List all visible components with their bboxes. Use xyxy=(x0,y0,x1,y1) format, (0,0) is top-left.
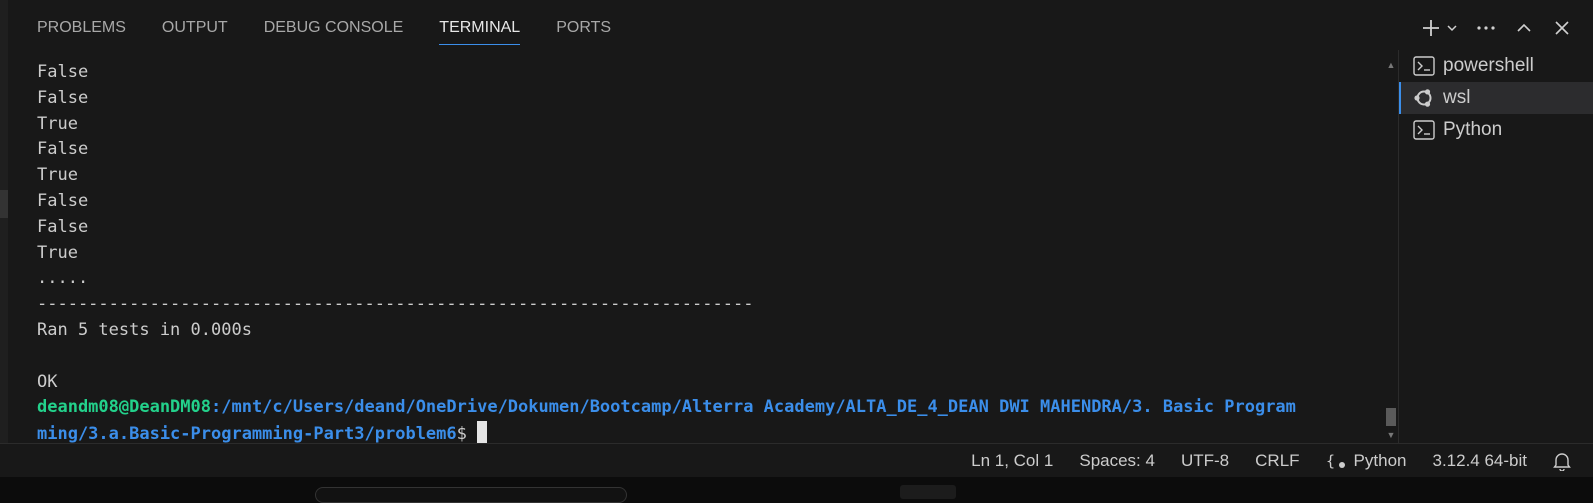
ellipsis-icon xyxy=(1477,26,1495,30)
output-line: False xyxy=(37,139,89,160)
python-interpreter[interactable]: 3.12.4 64-bit xyxy=(1432,451,1527,471)
output-line: OK xyxy=(37,371,58,392)
prompt-path-continued: ming/3.a.Basic-Programming-Part3/problem… xyxy=(37,424,457,445)
tab-debug-console[interactable]: DEBUG CONSOLE xyxy=(264,0,404,56)
output-line: True xyxy=(37,242,78,263)
scrollbar-thumb[interactable] xyxy=(1386,408,1396,426)
terminal-output[interactable]: False False True False True False False … xyxy=(37,60,1387,450)
chevron-up-icon xyxy=(1517,23,1531,32)
terminal-list: powershell wsl Python xyxy=(1398,50,1593,450)
ubuntu-icon xyxy=(1413,87,1435,109)
editor-edge-mark xyxy=(0,190,8,218)
new-terminal-button[interactable] xyxy=(1419,12,1443,44)
indentation[interactable]: Spaces: 4 xyxy=(1079,451,1155,471)
terminal-item-label: wsl xyxy=(1443,87,1471,108)
terminal-icon xyxy=(1413,55,1435,77)
panel-actions xyxy=(1419,0,1593,56)
prompt-symbol: $ xyxy=(456,424,467,445)
panel-tabs: PROBLEMS OUTPUT DEBUG CONSOLE TERMINAL P… xyxy=(37,0,647,56)
terminal-icon xyxy=(1413,119,1435,141)
close-icon xyxy=(1555,21,1569,35)
taskbar-strip xyxy=(0,477,1593,503)
prompt-path: :/mnt/c/Users/deand/OneDrive/Dokumen/Boo… xyxy=(211,397,1296,418)
terminal-item-label: powershell xyxy=(1443,55,1534,76)
bell-icon xyxy=(1553,453,1571,471)
more-actions-button[interactable] xyxy=(1475,12,1497,44)
scroll-up-arrow-icon[interactable]: ▲ xyxy=(1384,60,1398,70)
tab-output[interactable]: OUTPUT xyxy=(162,0,228,56)
braces-icon: { xyxy=(1326,451,1348,471)
close-panel-button[interactable] xyxy=(1551,12,1573,44)
output-line: False xyxy=(37,190,89,211)
output-line: False xyxy=(37,216,89,237)
output-line: True xyxy=(37,113,78,134)
plus-icon xyxy=(1423,20,1439,36)
notifications-button[interactable] xyxy=(1553,451,1571,471)
language-label: Python xyxy=(1353,451,1407,470)
editor-edge xyxy=(0,0,8,455)
launch-profile-dropdown[interactable] xyxy=(1443,12,1461,44)
end-of-line[interactable]: CRLF xyxy=(1255,451,1299,471)
output-line: False xyxy=(37,62,89,82)
chevron-down-icon xyxy=(1447,25,1457,32)
maximize-panel-button[interactable] xyxy=(1513,12,1535,44)
terminal-item-powershell[interactable]: powershell xyxy=(1399,50,1593,82)
tab-ports[interactable]: PORTS xyxy=(556,0,611,56)
cursor-position[interactable]: Ln 1, Col 1 xyxy=(971,451,1053,471)
prompt-line: deandm08@DeanDM08:/mnt/c/Users/deand/One… xyxy=(37,395,1387,421)
text-cursor xyxy=(476,421,487,444)
taskbar-search[interactable] xyxy=(315,487,627,503)
output-line: Ran 5 tests in 0.000s xyxy=(37,319,252,340)
status-bar: Ln 1, Col 1 Spaces: 4 UTF-8 CRLF { Pytho… xyxy=(0,443,1593,478)
svg-text:{: { xyxy=(1326,452,1335,470)
scroll-down-arrow-icon[interactable]: ▼ xyxy=(1384,430,1398,440)
encoding[interactable]: UTF-8 xyxy=(1181,451,1229,471)
output-line: ..... xyxy=(37,268,89,289)
tab-problems[interactable]: PROBLEMS xyxy=(37,0,126,56)
output-line: ----------------------------------------… xyxy=(37,294,754,315)
terminal-item-wsl[interactable]: wsl xyxy=(1399,82,1593,114)
terminal-item-python[interactable]: Python xyxy=(1399,114,1593,146)
terminal-scrollbar[interactable]: ▲ ▼ xyxy=(1384,60,1398,440)
taskbar-app[interactable] xyxy=(900,485,956,499)
tab-terminal[interactable]: TERMINAL xyxy=(439,0,520,56)
output-line: False xyxy=(37,87,89,108)
terminal-item-label: Python xyxy=(1443,119,1503,140)
language-mode[interactable]: { Python xyxy=(1326,451,1407,471)
output-line: True xyxy=(37,165,78,186)
prompt-user: deandm08@DeanDM08 xyxy=(37,397,211,418)
terminal-panel: PROBLEMS OUTPUT DEBUG CONSOLE TERMINAL P… xyxy=(0,0,1593,455)
